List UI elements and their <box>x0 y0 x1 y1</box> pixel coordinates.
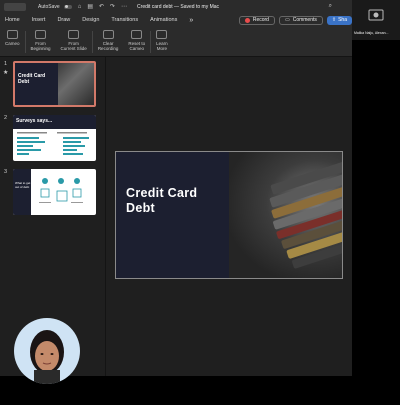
presenter-avatar <box>30 330 64 384</box>
clear-recording-button[interactable]: Clear Recording <box>97 27 119 51</box>
tabs-overflow-icon[interactable]: » <box>189 17 193 24</box>
record-from-beginning-button[interactable]: From Beginning <box>31 27 51 51</box>
cameo-label: Cameo <box>5 41 20 46</box>
thumb-title-panel <box>13 169 32 215</box>
comment-icon: ▭ <box>284 17 290 23</box>
window-controls[interactable] <box>4 2 26 11</box>
camera-off-icon <box>368 9 384 21</box>
reset-to-cameo-button[interactable]: Reset to Cameo <box>128 27 145 51</box>
document-title: Credit card debt — Saved to my Mac <box>137 3 220 10</box>
ribbon-divider <box>150 31 152 53</box>
comments-label: Comments <box>292 17 317 23</box>
learn-more-label: Learn More <box>156 41 168 51</box>
slide-number: 1 <box>4 61 8 67</box>
tab-draw[interactable]: Draw <box>57 17 70 23</box>
slide-thumbnail-3[interactable]: What to get out of debt <box>13 169 96 215</box>
slide-title[interactable]: Credit Card Debt <box>126 186 197 216</box>
slide-editing-canvas[interactable]: Credit Card Debt <box>106 57 352 376</box>
presenter-camera-bubble[interactable] <box>14 318 80 384</box>
clear-recording-icon <box>102 30 114 39</box>
record-current-icon <box>68 30 80 39</box>
slide-number: 3 <box>4 169 8 175</box>
thumb-title: Surveys says... <box>16 118 53 124</box>
share-button[interactable]: ⇪ Sha <box>326 15 352 25</box>
record-beginning-icon <box>35 30 47 39</box>
animation-star-icon: ★ <box>3 70 9 76</box>
ribbon-toolbar: Cameo From Beginning From Current Slide … <box>0 27 352 57</box>
home-icon[interactable]: ⌂ <box>78 4 82 10</box>
participant-name: Malika Naiju, Alexan... <box>354 31 389 35</box>
comments-button[interactable]: ▭ Comments <box>278 15 323 25</box>
ribbon-tabs: Home Insert Draw Design Transitions Anim… <box>0 13 352 27</box>
ribbon-divider <box>91 31 93 53</box>
learn-more-button[interactable]: Learn More <box>156 27 168 51</box>
share-label: Sha <box>338 17 347 23</box>
undo-icon[interactable]: ↶ <box>99 3 104 10</box>
credit-cards-image[interactable] <box>229 152 342 278</box>
tab-home[interactable]: Home <box>5 17 20 23</box>
record-button[interactable]: Record <box>238 15 275 25</box>
thumb-infographic <box>39 178 83 203</box>
learn-more-icon <box>156 30 168 39</box>
reset-cameo-icon <box>131 30 143 39</box>
save-icon[interactable]: ▤ <box>87 3 93 10</box>
cameo-button[interactable]: Cameo <box>5 27 20 46</box>
clear-recording-label: Clear Recording <box>97 41 119 51</box>
title-bar: AutoSave ⌂ ▤ ↶ ↷ ⋯ Credit card debt — Sa… <box>0 0 352 13</box>
thumb-title: Credit Card Debt <box>18 73 46 85</box>
ribbon-divider <box>24 31 26 53</box>
current-slide[interactable]: Credit Card Debt <box>115 151 343 279</box>
from-beginning-label: From Beginning <box>30 41 51 51</box>
autosave-label: AutoSave <box>38 3 60 10</box>
record-label: Record <box>252 17 269 23</box>
record-from-current-button[interactable]: From Current Slide <box>61 27 87 51</box>
stacked-cards-graphic <box>269 161 342 269</box>
reset-cameo-label: Reset to Cameo <box>128 41 146 51</box>
tab-design[interactable]: Design <box>82 17 99 23</box>
slide-thumbnail-1[interactable]: Credit Card Debt <box>13 61 96 107</box>
more-icon[interactable]: ⋯ <box>121 3 127 10</box>
slide-thumbnail-2[interactable]: Surveys says... <box>13 115 96 161</box>
record-dot-icon <box>244 17 250 23</box>
search-icon[interactable]: ⌕ <box>329 3 332 10</box>
participant-video-tile[interactable]: Malika Naiju, Alexan... <box>352 0 400 40</box>
thumb-bar-chart <box>17 132 89 155</box>
redo-icon[interactable]: ↷ <box>110 3 115 10</box>
tab-transitions[interactable]: Transitions <box>111 17 138 23</box>
thumb-title: What to get out of debt <box>15 181 31 189</box>
thumb-cards-image <box>58 63 94 105</box>
share-icon: ⇪ <box>331 17 337 23</box>
from-current-label: From Current Slide <box>60 41 87 51</box>
autosave-toggle[interactable] <box>63 4 72 9</box>
cameo-icon <box>6 30 18 39</box>
slide-number: 2 <box>4 115 8 121</box>
tab-animations[interactable]: Animations <box>150 17 177 23</box>
tab-insert[interactable]: Insert <box>32 17 46 23</box>
